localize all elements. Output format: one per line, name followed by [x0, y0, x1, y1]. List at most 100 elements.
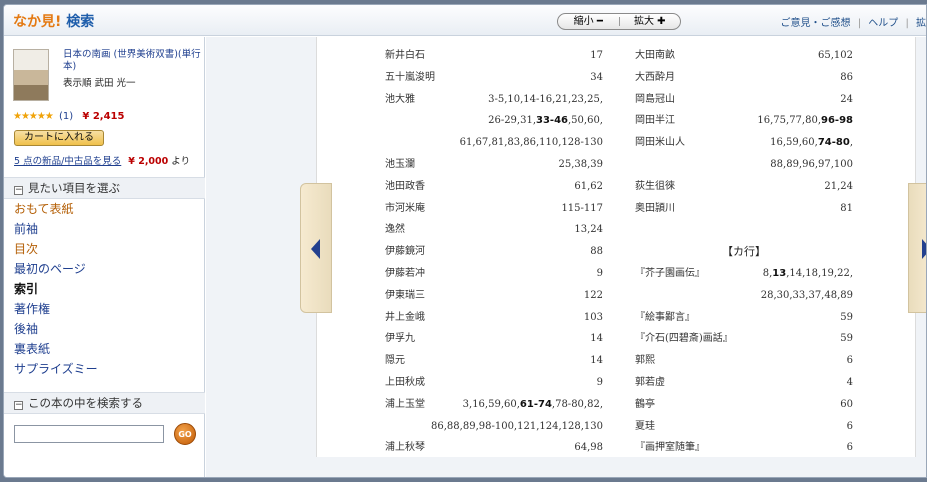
index-name: 池玉瀾: [385, 158, 415, 170]
book-title-link[interactable]: 日本の南画 (世界美術双書)(単行本): [63, 49, 203, 73]
pages-bold: 13: [772, 267, 787, 279]
help-link[interactable]: ヘルプ: [868, 18, 898, 29]
index-entry: 86,88,89,98-100,121,124,128,130: [385, 416, 603, 438]
expand-link[interactable]: 拡: [916, 18, 926, 29]
add-to-cart-button[interactable]: カートに入れる: [14, 130, 104, 146]
index-name: 五十嵐浚明: [385, 71, 435, 83]
pages-pre: 26-29,31,: [488, 115, 537, 127]
index-pages: 115-117: [561, 202, 603, 214]
feedback-link[interactable]: ご意見・ご感想: [781, 18, 851, 29]
index-name: 伊藤若冲: [385, 267, 425, 279]
search-go-button[interactable]: GO: [174, 423, 196, 445]
next-page-button[interactable]: [908, 183, 926, 313]
nav-item[interactable]: 著作権: [14, 299, 98, 319]
index-pages: 16,59,60,74-80,: [770, 132, 853, 154]
index-pages: 122: [583, 289, 603, 301]
index-entry: 郭若虚 4: [635, 372, 853, 394]
pages-pre: 16,59,60,: [770, 137, 818, 149]
index-name: 荻生徂徠: [635, 180, 675, 192]
link-separator: |: [857, 18, 862, 29]
collapse-minus-icon: −: [14, 400, 23, 410]
index-pages: 88: [590, 246, 603, 258]
index-entry: 伊東瑞三 122: [385, 285, 603, 307]
index-pages: 61,62: [574, 180, 603, 192]
index-entry: 『絵事鄙言』 59: [635, 307, 853, 329]
nav-item[interactable]: 最初のページ: [14, 259, 98, 279]
index-entry: 浦上秋琴 64,98: [385, 437, 603, 459]
index-name: 岡田半江: [635, 115, 675, 127]
browse-section-header[interactable]: − 見たい項目を選ぶ: [4, 177, 205, 199]
nav-item[interactable]: 後袖: [14, 319, 98, 339]
review-count-link[interactable]: (1): [59, 111, 73, 122]
index-name: 新井白石: [385, 50, 425, 61]
index-entry: 伊藤若冲 9: [385, 263, 603, 285]
used-price: ¥ 2,000: [128, 156, 169, 167]
index-pages: 6: [846, 420, 853, 432]
index-entry: 市河米庵 115-117: [385, 198, 603, 220]
search-inside-input[interactable]: [14, 425, 164, 443]
index-entry: 88,89,96,97,100: [635, 154, 853, 176]
index-pages: 3-5,10,14-16,21,23,25,: [488, 93, 603, 105]
index-name: 『絵事鄙言』: [635, 311, 695, 323]
index-pages: 14: [590, 355, 603, 367]
index-name: 逸然: [385, 224, 405, 236]
index-column-right: 大田南畝 65,102 大西酔月 86 岡島冠山 24 岡田半江 16,75,77,80,96…: [635, 45, 853, 459]
index-pages: 64,98: [574, 442, 603, 454]
index-name: 池田政香: [385, 180, 425, 192]
index-entry: 大田南畝 65,102: [635, 45, 853, 67]
index-name: 『介石(四碧斎)画話』: [635, 333, 733, 345]
used-offers-link[interactable]: 5 点の新品/中古品を見る: [14, 156, 121, 167]
index-name: 伊藤鏡河: [385, 246, 425, 258]
nav-item[interactable]: 前袖: [14, 219, 98, 239]
index-name: 井上金峨: [385, 311, 425, 323]
pages-pre: 3,16,59,60,: [462, 398, 520, 410]
book-cover-thumbnail[interactable]: [13, 49, 49, 101]
index-pages: 34: [590, 71, 603, 83]
collapse-minus-icon: −: [14, 185, 23, 195]
pages-bold: 74-80: [817, 137, 850, 149]
index-name: 隠元: [385, 355, 405, 367]
index-name: 岡島冠山: [635, 93, 675, 105]
nav-item[interactable]: 裏表紙: [14, 339, 98, 359]
index-name: 『画押室随筆』: [635, 442, 705, 454]
header-links: ご意見・ご感想 | ヘルプ | 拡: [777, 14, 927, 29]
index-pages: 8,13,14,18,19,22,: [763, 263, 853, 285]
pages-pre: 16,75,77,80,: [757, 115, 822, 127]
nav-item[interactable]: 目次: [14, 239, 98, 259]
index-entry: 『介石(四碧斎)画話』 59: [635, 328, 853, 350]
top-bar: なか見! 検索 縮小 ━ 拡大 ✚ ご意見・ご感想 | ヘルプ | 拡: [4, 5, 926, 36]
index-entry: 荻生徂徠 21,24: [635, 176, 853, 198]
index-name: 岡田米山人: [635, 137, 685, 149]
index-column-left: 新井白石 17 五十嵐浚明 34 池大雅 3-5,10,14-16,21,23,25, 26…: [385, 45, 603, 459]
brand-blue: 検索: [66, 14, 95, 30]
index-entry: 伊孚九 14: [385, 328, 603, 350]
search-section-title: この本の中を検索する: [28, 396, 143, 410]
index-pages: 86,88,89,98-100,121,124,128,130: [431, 420, 603, 432]
index-entry: 【カ行】: [635, 241, 853, 263]
nav-item[interactable]: サプライズミー: [14, 359, 98, 379]
pages-pre: 8,: [762, 267, 773, 279]
index-name: 伊孚九: [385, 333, 415, 345]
nav-item[interactable]: 索引: [14, 279, 98, 299]
nav-item[interactable]: おもて表紙: [14, 199, 98, 219]
index-name: 上田秋成: [385, 376, 425, 388]
index-pages: 9: [596, 267, 603, 279]
index-pages: 6: [846, 442, 853, 454]
left-arrow-icon: [311, 239, 320, 259]
index-pages: 14: [590, 333, 603, 345]
previous-page-button[interactable]: [300, 183, 332, 313]
index-pages: 13,24: [574, 224, 603, 236]
index-pages: 28,30,33,37,48,89: [760, 289, 853, 301]
index-entry: 『画押室随筆』 6: [635, 437, 853, 459]
zoom-out-button[interactable]: 縮小 ━: [558, 14, 619, 29]
section-nav: おもて表紙 前袖 目次 最初のページ 索引 著作権 後袖 裏表紙 サプライズミー: [14, 199, 98, 379]
zoom-in-button[interactable]: 拡大 ✚: [620, 14, 681, 29]
index-pages: 21,24: [824, 180, 853, 192]
search-section-header[interactable]: − この本の中を検索する: [4, 392, 205, 414]
index-entry: 岡島冠山 24: [635, 89, 853, 111]
index-pages: 26-29,31,33-46,50,60,: [488, 110, 603, 132]
brand-logo[interactable]: なか見! 検索: [13, 11, 94, 31]
index-entry: 大西酔月 86: [635, 67, 853, 89]
pages-post: ,14,18,19,22,: [786, 267, 853, 279]
index-entry: 岡田米山人 16,59,60,74-80,: [635, 132, 853, 154]
